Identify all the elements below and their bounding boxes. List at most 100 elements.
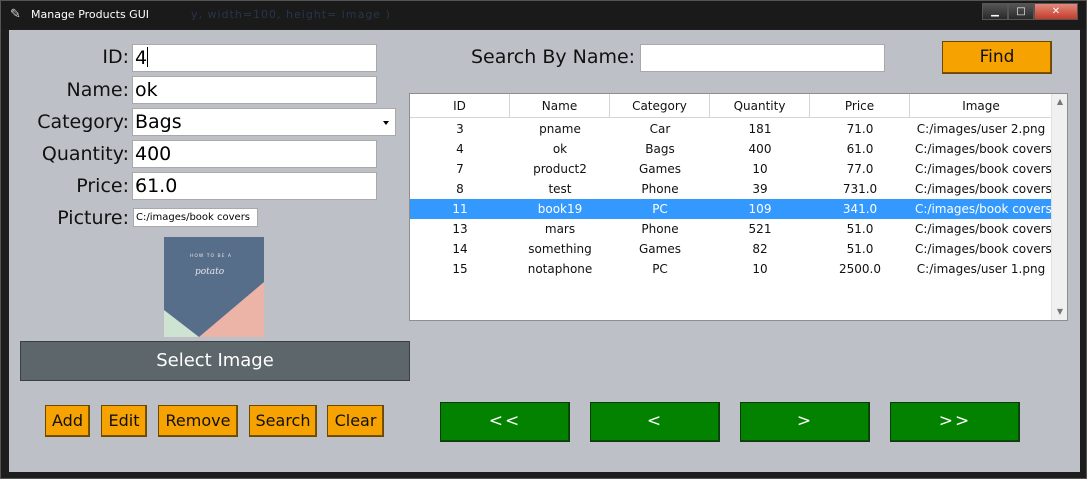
cell-category: Phone: [641, 182, 679, 196]
cell-category: PC: [652, 202, 668, 216]
cell-image: C:/images/book covers u: [915, 182, 1052, 196]
cell-image: C:/images/book covers u: [915, 202, 1052, 216]
first-record-button[interactable]: <<: [440, 402, 570, 442]
table-body: 3 pname Car 181 71.0 C:/images/user 2.pn…: [410, 119, 1052, 279]
cell-price: 2500.0: [839, 262, 881, 276]
column-header-id[interactable]: ID: [410, 94, 510, 118]
table-row[interactable]: 7 product2 Games 10 77.0 C:/images/book …: [410, 159, 1052, 179]
id-value: 4: [135, 47, 148, 69]
title-ghost-text: y, width=100, height= image ): [191, 8, 391, 21]
cell-id: 15: [452, 262, 468, 276]
table-row[interactable]: 4 ok Bags 400 61.0 C:/images/book covers…: [410, 139, 1052, 159]
search-by-name-label: Search By Name:: [471, 46, 636, 68]
cell-category: Games: [639, 162, 681, 176]
add-button[interactable]: Add: [45, 405, 90, 437]
cell-id: 4: [456, 142, 464, 156]
cell-quantity: 109: [748, 202, 772, 216]
name-field[interactable]: ok: [132, 76, 377, 104]
cell-id: 3: [456, 122, 464, 136]
cell-price: 731.0: [842, 182, 878, 196]
dropdown-arrow-icon[interactable]: [383, 121, 389, 125]
column-header-quantity[interactable]: Quantity: [710, 94, 810, 118]
edit-button[interactable]: Edit: [101, 405, 147, 437]
clear-button[interactable]: Clear: [327, 405, 384, 437]
category-value: Bags: [135, 111, 182, 133]
close-button[interactable]: ✕: [1034, 3, 1078, 20]
scroll-down-arrow-icon[interactable]: ▼: [1052, 304, 1067, 320]
cell-image: C:/images/user 2.png: [916, 122, 1046, 136]
id-field[interactable]: 4: [132, 44, 377, 72]
remove-button[interactable]: Remove: [158, 405, 238, 437]
cell-name: test: [548, 182, 572, 196]
cell-image: C:/images/book covers u: [915, 222, 1052, 236]
select-image-button[interactable]: Select Image: [20, 341, 410, 381]
column-header-image[interactable]: Image: [910, 94, 1052, 118]
last-record-button[interactable]: >>: [890, 402, 1020, 442]
scroll-up-arrow-icon[interactable]: ▲: [1052, 94, 1067, 110]
table-row[interactable]: 15 notaphone PC 10 2500.0 C:/images/user…: [410, 259, 1052, 279]
picture-label: Picture:: [57, 207, 129, 229]
cell-id: 7: [456, 162, 464, 176]
name-label: Name:: [66, 79, 129, 101]
search-button[interactable]: Search: [249, 405, 317, 437]
cell-quantity: 82: [752, 242, 768, 256]
window-title: Manage Products GUI: [31, 8, 150, 21]
next-record-button[interactable]: >: [740, 402, 870, 442]
price-field[interactable]: 61.0: [132, 172, 377, 200]
products-table[interactable]: ID Name Category Quantity Price Image 3 …: [409, 93, 1068, 321]
cell-name: mars: [544, 222, 576, 236]
cell-quantity: 10: [752, 162, 768, 176]
feather-icon: ✎: [10, 7, 21, 22]
cell-image: C:/images/book covers u: [915, 162, 1052, 176]
cell-quantity: 181: [748, 122, 772, 136]
cell-name: book19: [537, 202, 583, 216]
table-row[interactable]: 13 mars Phone 521 51.0 C:/images/book co…: [410, 219, 1052, 239]
book-cover-line2: potato: [195, 267, 225, 277]
search-name-input[interactable]: [640, 44, 885, 72]
book-cover-line1: HOW TO BE A: [190, 253, 232, 259]
table-vertical-scrollbar[interactable]: ▲ ▼: [1051, 94, 1067, 320]
table-row[interactable]: 14 something Games 82 51.0 C:/images/boo…: [410, 239, 1052, 259]
cell-quantity: 39: [752, 182, 768, 196]
cell-category: Bags: [645, 142, 675, 156]
cell-image: C:/images/book covers u: [915, 242, 1052, 256]
cell-id: 13: [452, 222, 468, 236]
main-panel: ID: 4 Name: ok Category: Bags Quantity: …: [9, 30, 1080, 472]
table-row[interactable]: 3 pname Car 181 71.0 C:/images/user 2.pn…: [410, 119, 1052, 139]
cell-category: Games: [639, 242, 681, 256]
cell-quantity: 521: [748, 222, 772, 236]
cell-name: pname: [539, 122, 581, 136]
cell-price: 71.0: [846, 122, 874, 136]
quantity-field[interactable]: 400: [132, 140, 377, 168]
minimize-button[interactable]: ▁: [982, 3, 1008, 20]
column-header-price[interactable]: Price: [810, 94, 910, 118]
picture-path-field[interactable]: C:/images/book covers: [133, 208, 258, 227]
cell-price: 61.0: [846, 142, 874, 156]
cell-name: notaphone: [527, 262, 593, 276]
cell-price: 51.0: [846, 242, 874, 256]
cell-price: 341.0: [842, 202, 878, 216]
cell-price: 77.0: [846, 162, 874, 176]
cell-id: 14: [452, 242, 468, 256]
table-row-selected[interactable]: 11 book19 PC 109 341.0 C:/images/book co…: [410, 199, 1052, 219]
quantity-label: Quantity:: [41, 143, 129, 165]
column-header-category[interactable]: Category: [610, 94, 710, 118]
title-bar[interactable]: ✎ Manage Products GUI y, width=100, heig…: [1, 1, 1086, 29]
cell-image: C:/images/user 1.png: [916, 262, 1046, 276]
cell-name: ok: [552, 142, 568, 156]
category-combobox[interactable]: Bags: [132, 108, 396, 136]
find-button[interactable]: Find: [942, 41, 1052, 74]
table-row[interactable]: 8 test Phone 39 731.0 C:/images/book cov…: [410, 179, 1052, 199]
app-window: ✎ Manage Products GUI y, width=100, heig…: [0, 0, 1087, 479]
product-image-preview: HOW TO BE A potato: [164, 237, 264, 337]
cell-quantity: 10: [752, 262, 768, 276]
cell-image: C:/images/book covers u: [915, 142, 1052, 156]
maximize-button[interactable]: □: [1008, 3, 1034, 20]
category-label: Category:: [37, 111, 129, 133]
previous-record-button[interactable]: <: [590, 402, 720, 442]
cell-category: Car: [649, 122, 671, 136]
column-header-name[interactable]: Name: [510, 94, 610, 118]
window-controls: ▁ □ ✕: [982, 3, 1078, 23]
price-label: Price:: [76, 175, 129, 197]
cell-quantity: 400: [748, 142, 772, 156]
